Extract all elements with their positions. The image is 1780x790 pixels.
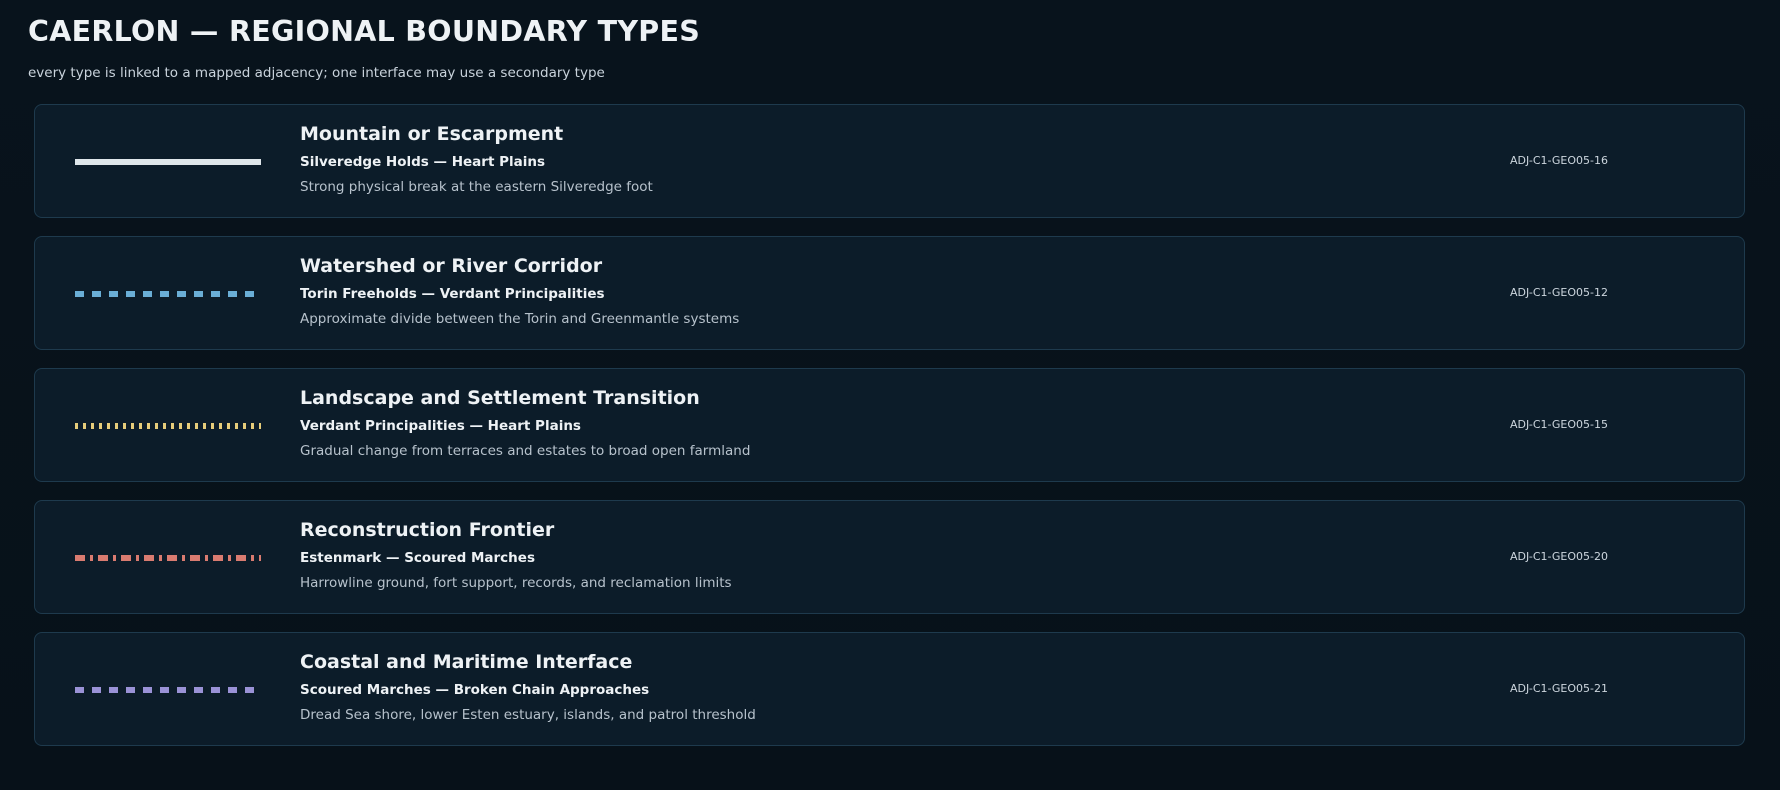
page-subtitle: every type is linked to a mapped adjacen… — [28, 65, 605, 81]
dotted-line-symbol — [75, 423, 261, 429]
dashed-line-symbol — [75, 291, 261, 297]
boundary-description: Harrowline ground, fort support, records… — [300, 575, 732, 591]
boundary-adjacency: Verdant Principalities — Heart Plains — [300, 418, 581, 434]
adjacency-code: ADJ-C1-GEO05-20 — [1510, 550, 1608, 563]
boundary-title: Reconstruction Frontier — [300, 519, 555, 541]
boundary-description: Dread Sea shore, lower Esten estuary, is… — [300, 707, 756, 723]
boundary-card-reconstruction: Reconstruction Frontier Estenmark — Scou… — [34, 500, 1745, 614]
adjacency-code: ADJ-C1-GEO05-16 — [1510, 154, 1608, 167]
boundary-adjacency: Estenmark — Scoured Marches — [300, 550, 535, 566]
boundary-description: Gradual change from terraces and estates… — [300, 443, 751, 459]
page-title: CAERLON — REGIONAL BOUNDARY TYPES — [28, 15, 701, 48]
boundary-card-landscape: Landscape and Settlement Transition Verd… — [34, 368, 1745, 482]
adjacency-code: ADJ-C1-GEO05-12 — [1510, 286, 1608, 299]
boundary-type-list: Mountain or Escarpment Silveredge Holds … — [34, 104, 1745, 764]
boundary-card-coastal: Coastal and Maritime Interface Scoured M… — [34, 632, 1745, 746]
page-header: CAERLON — REGIONAL BOUNDARY TYPES every … — [28, 14, 700, 82]
boundary-title: Mountain or Escarpment — [300, 123, 564, 145]
dash-dot-line-symbol — [75, 555, 261, 561]
boundary-title: Watershed or River Corridor — [300, 255, 603, 277]
solid-line-symbol — [75, 159, 261, 165]
boundary-card-watershed: Watershed or River Corridor Torin Freeho… — [34, 236, 1745, 350]
boundary-title: Landscape and Settlement Transition — [300, 387, 700, 409]
boundary-description: Strong physical break at the eastern Sil… — [300, 179, 653, 195]
adjacency-code: ADJ-C1-GEO05-15 — [1510, 418, 1608, 431]
boundary-adjacency: Silveredge Holds — Heart Plains — [300, 154, 546, 170]
boundary-card-mountain: Mountain or Escarpment Silveredge Holds … — [34, 104, 1745, 218]
boundary-title: Coastal and Maritime Interface — [300, 651, 633, 673]
dashed-line-symbol — [75, 687, 261, 693]
adjacency-code: ADJ-C1-GEO05-21 — [1510, 682, 1608, 695]
boundary-description: Approximate divide between the Torin and… — [300, 311, 740, 327]
boundary-adjacency: Torin Freeholds — Verdant Principalities — [300, 286, 605, 302]
boundary-adjacency: Scoured Marches — Broken Chain Approache… — [300, 682, 650, 698]
